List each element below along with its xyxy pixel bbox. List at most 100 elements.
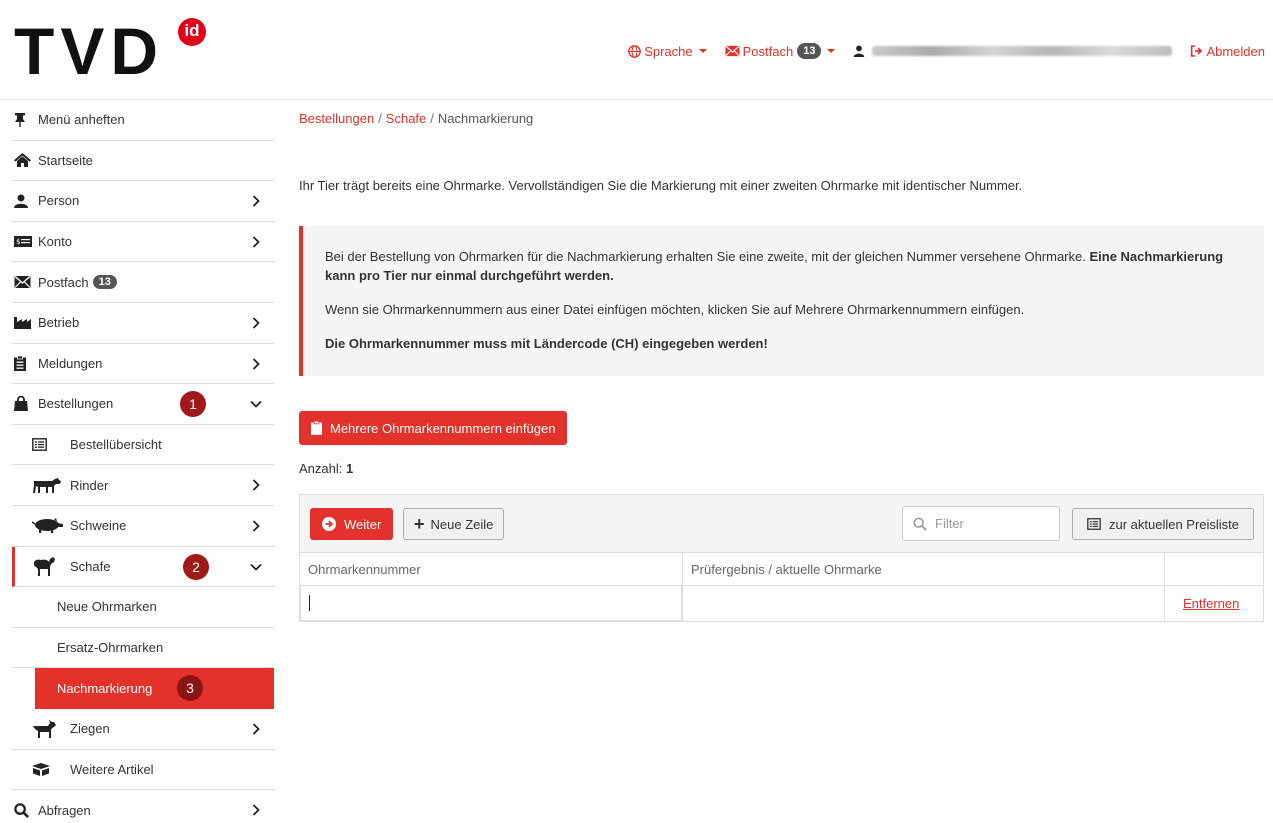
sidebar-menu: Menü anheften Startseite Person $ Konto … bbox=[12, 100, 274, 823]
list-icon bbox=[1087, 518, 1101, 530]
sidebar-item-label: Person bbox=[38, 193, 80, 209]
sidebar-item-reports[interactable]: Meldungen bbox=[12, 344, 274, 385]
eartag-panel: Weiter + Neue Zeile Filter zur aktuellen… bbox=[299, 494, 1264, 622]
insert-multiple-numbers-button[interactable]: Mehrere Ohrmarkennummern einfügen bbox=[299, 411, 568, 445]
chevron-right-icon bbox=[252, 195, 260, 207]
sidebar-item-queries[interactable]: Abfragen bbox=[12, 790, 274, 823]
chevron-down-icon bbox=[827, 49, 836, 53]
callout-paragraph-1: Bei der Bestellung von Ohrmarken für die… bbox=[325, 247, 1242, 285]
user-name-blurred bbox=[872, 46, 1173, 56]
breadcrumb-orders[interactable]: Bestellungen bbox=[299, 111, 374, 126]
sidebar-item-sheep[interactable]: Schafe 2 bbox=[12, 546, 274, 588]
plus-icon: + bbox=[414, 514, 425, 534]
sidebar-item-orders[interactable]: Bestellungen 1 bbox=[12, 384, 274, 425]
action-cell: Entfernen bbox=[1165, 586, 1263, 621]
chevron-down-icon bbox=[250, 401, 262, 408]
check-result-cell bbox=[683, 586, 1165, 621]
sidebar-item-goats[interactable]: Ziegen bbox=[12, 709, 274, 750]
column-header-actions bbox=[1165, 553, 1263, 585]
language-label: Sprache bbox=[644, 43, 693, 59]
envelope-icon bbox=[14, 274, 34, 290]
callout-text: Bei der Bestellung von Ohrmarken für die… bbox=[325, 249, 1090, 264]
sidebar-item-other-articles[interactable]: Weitere Artikel bbox=[12, 750, 274, 791]
sidebar-item-order-overview[interactable]: Bestellübersicht bbox=[12, 425, 274, 466]
count-label: Anzahl: bbox=[299, 461, 343, 476]
info-callout: Bei der Bestellung von Ohrmarken für die… bbox=[299, 226, 1264, 376]
sidebar-item-home[interactable]: Startseite bbox=[12, 141, 274, 182]
money-icon: $ bbox=[14, 234, 34, 250]
chevron-right-icon bbox=[252, 236, 260, 248]
price-list-button[interactable]: zur aktuellen Preisliste bbox=[1072, 508, 1254, 540]
user-icon bbox=[854, 45, 865, 57]
price-list-label: zur aktuellen Preisliste bbox=[1108, 516, 1240, 532]
chevron-right-icon bbox=[252, 804, 260, 816]
cow-icon bbox=[32, 477, 66, 494]
sidebar-item-label: Rinder bbox=[70, 477, 109, 493]
search-icon bbox=[913, 517, 927, 531]
boxes-icon bbox=[32, 761, 66, 777]
intro-text: Ihr Tier trägt bereits eine Ohrmarke. Ve… bbox=[299, 178, 1023, 193]
filter-input[interactable]: Filter bbox=[902, 506, 1060, 541]
logout-label: Abmelden bbox=[1206, 43, 1265, 59]
sidebar-item-remarking[interactable]: Nachmarkierung 3 bbox=[35, 668, 274, 709]
sheep-icon bbox=[32, 557, 66, 577]
new-row-label: Neue Zeile bbox=[430, 516, 494, 532]
sidebar-item-label: Ziegen bbox=[70, 721, 110, 737]
sidebar-item-mailbox[interactable]: Postfach 13 bbox=[12, 262, 274, 303]
sidebar-item-cattle[interactable]: Rinder bbox=[12, 465, 274, 506]
home-icon bbox=[14, 152, 34, 168]
breadcrumb-sheep[interactable]: Schafe bbox=[386, 111, 426, 126]
sign-out-icon bbox=[1191, 45, 1203, 57]
sidebar-item-label: Startseite bbox=[38, 152, 93, 168]
shopping-bag-icon bbox=[14, 396, 34, 412]
mailbox-menu[interactable]: Postfach 13 bbox=[725, 43, 836, 59]
search-icon bbox=[14, 802, 34, 818]
language-menu[interactable]: Sprache bbox=[628, 43, 707, 59]
breadcrumb-current: Nachmarkierung bbox=[437, 111, 534, 126]
arrow-circle-right-icon bbox=[322, 517, 336, 531]
clipboard-icon bbox=[311, 421, 322, 435]
table-header: Ohrmarkennummer Prüfergebnis / aktuelle … bbox=[300, 553, 1263, 586]
text-cursor bbox=[309, 595, 310, 611]
sidebar-item-business[interactable]: Betrieb bbox=[12, 303, 274, 344]
sidebar-item-new-eartags[interactable]: Neue Ohrmarken bbox=[12, 587, 274, 628]
sidebar-item-replacement-eartags[interactable]: Ersatz-Ohrmarken bbox=[12, 628, 274, 669]
new-row-button[interactable]: + Neue Zeile bbox=[403, 508, 505, 540]
eartag-number-input[interactable] bbox=[300, 586, 682, 621]
svg-text:$: $ bbox=[16, 238, 20, 246]
next-button[interactable]: Weiter bbox=[310, 508, 394, 540]
logo-text: TVD bbox=[14, 14, 164, 88]
column-header-check-result[interactable]: Prüfergebnis / aktuelle Ohrmarke bbox=[683, 553, 1165, 585]
eartag-number-cell bbox=[300, 586, 683, 621]
factory-icon bbox=[14, 315, 34, 331]
next-label: Weiter bbox=[344, 516, 382, 532]
step-marker-2: 2 bbox=[183, 553, 209, 580]
user-menu[interactable] bbox=[853, 45, 1173, 57]
chevron-right-icon bbox=[252, 479, 260, 491]
sidebar-item-account[interactable]: $ Konto bbox=[12, 222, 274, 263]
breadcrumb-separator: / bbox=[430, 111, 434, 126]
chevron-down-icon bbox=[250, 563, 262, 571]
sidebar-item-label: Nachmarkierung bbox=[57, 681, 153, 697]
insert-multiple-numbers-label: Mehrere Ohrmarkennummern einfügen bbox=[330, 420, 556, 436]
sidebar-item-person[interactable]: Person bbox=[12, 181, 274, 222]
column-header-eartag-number[interactable]: Ohrmarkennummer bbox=[300, 553, 683, 585]
chevron-right-icon bbox=[252, 317, 260, 329]
sidebar-item-label: Schafe bbox=[70, 558, 111, 574]
pin-icon bbox=[14, 112, 34, 128]
callout-paragraph-2: Wenn sie Ohrmarkennummern aus einer Date… bbox=[325, 302, 1025, 317]
tvd-logo[interactable]: TVD id bbox=[14, 14, 206, 88]
mailbox-label: Postfach bbox=[742, 43, 794, 59]
pig-icon bbox=[32, 518, 66, 534]
sidebar-item-label: Abfragen bbox=[38, 802, 91, 818]
count-value: 1 bbox=[346, 461, 354, 476]
table-row: Entfernen bbox=[300, 586, 1263, 621]
clipboard-icon bbox=[14, 355, 34, 371]
sidebar-item-label: Schweine bbox=[70, 518, 127, 534]
sidebar-item-pin-menu[interactable]: Menü anheften bbox=[12, 100, 274, 141]
globe-icon bbox=[628, 44, 642, 58]
sidebar-item-pigs[interactable]: Schweine bbox=[12, 506, 274, 547]
logout-link[interactable]: Abmelden bbox=[1190, 44, 1265, 59]
sidebar-item-label: Bestellungen bbox=[38, 396, 114, 412]
remove-row-link[interactable]: Entfernen bbox=[1165, 596, 1239, 611]
